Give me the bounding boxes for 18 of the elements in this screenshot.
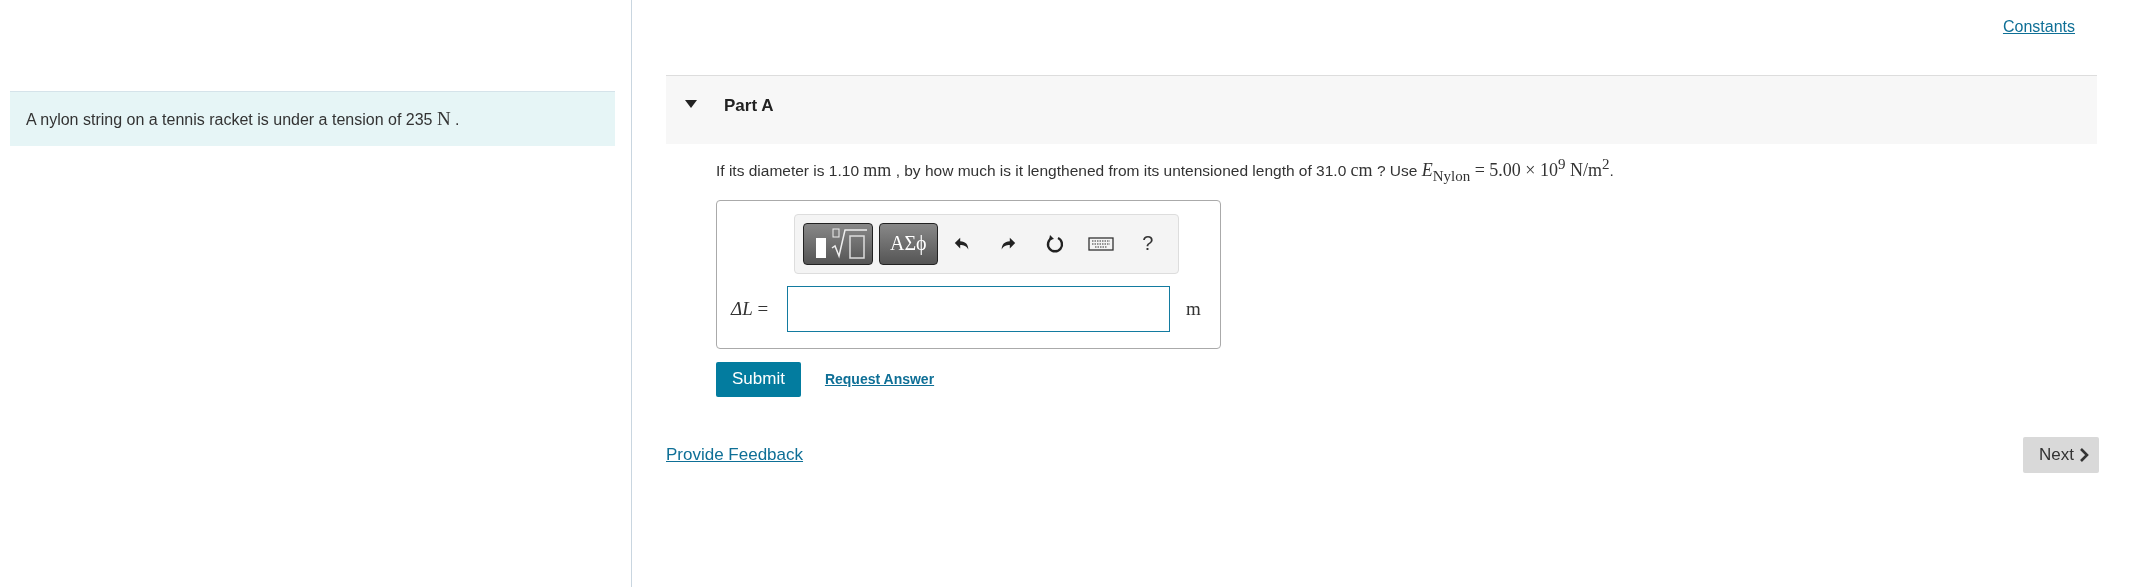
submit-button[interactable]: Submit xyxy=(716,361,801,397)
part-title: Part A xyxy=(724,96,774,116)
symbols-button[interactable]: ΑΣϕ xyxy=(879,222,938,265)
question-text: If its diameter is 1.10 mm , by how much is it lengthened from its untensioned length of 31.0 cm ? Use E$_{Nylon}$ = 5.00 × 10$^{9}$ N/m$^{2}$. xyxy=(716,156,1615,185)
help-button[interactable]: ? xyxy=(1125,223,1170,264)
part-header[interactable]: Part A xyxy=(666,76,2097,144)
answer-label: ΔL = xyxy=(731,297,770,320)
feedback-link[interactable]: Provide Feedback xyxy=(666,444,804,465)
next-button[interactable]: Next xyxy=(2023,436,2099,473)
constants-link[interactable]: Constants xyxy=(2002,18,2075,36)
unit-label: m xyxy=(1186,297,1201,320)
keyboard-icon xyxy=(1088,236,1115,251)
reset-icon xyxy=(1044,233,1065,254)
templates-button[interactable] xyxy=(803,222,873,265)
problem-statement: A nylon string on a tennis racket is under a tension of 235 N . xyxy=(10,91,615,146)
answer-field[interactable] xyxy=(787,285,1170,332)
chevron-right-icon xyxy=(2079,447,2089,462)
request-answer-link[interactable]: Request Answer xyxy=(824,371,935,388)
